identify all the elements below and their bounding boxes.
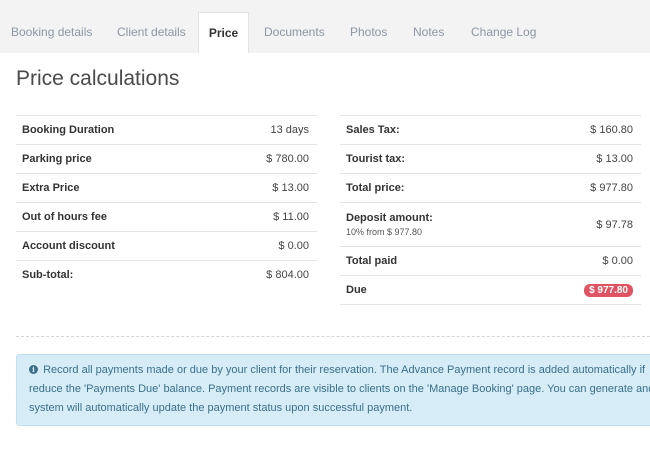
info-alert: i Record all payments made or due by you… <box>16 354 650 426</box>
row-value: $ 11.00 <box>214 202 317 232</box>
row-value: $ 804.00 <box>214 260 317 290</box>
table-row: Sales Tax: $ 160.80 <box>340 115 641 145</box>
row-value: $ 97.78 <box>526 202 641 247</box>
table-row: Total price: $ 977.80 <box>340 173 641 203</box>
row-label: Deposit amount: <box>346 212 433 224</box>
row-value: $ 0.00 <box>526 246 641 276</box>
row-value: $ 13.00 <box>214 173 317 203</box>
tab-client-details[interactable]: Client details <box>117 12 186 53</box>
deposit-cell: Deposit amount: 10% from $ 977.80 <box>340 202 527 247</box>
table-row: Total paid $ 0.00 <box>340 246 641 276</box>
row-label: Parking price <box>16 144 215 174</box>
info-line: i Record all payments made or due by you… <box>29 361 650 380</box>
table-row: Sub-total: $ 804.00 <box>16 260 317 290</box>
table-row: Tourist tax: $ 13.00 <box>340 144 641 174</box>
row-value: 13 days <box>214 115 317 145</box>
row-label: Booking Duration <box>16 115 215 145</box>
table-row: Deposit amount: 10% from $ 977.80 $ 97.7… <box>340 202 641 247</box>
row-label: Tourist tax: <box>340 144 527 174</box>
row-label: Extra Price <box>16 173 215 203</box>
table-row: Booking Duration 13 days <box>16 115 317 145</box>
row-label: Account discount <box>16 231 215 261</box>
tab-photos[interactable]: Photos <box>350 12 387 53</box>
tab-notes[interactable]: Notes <box>413 12 444 53</box>
tab-documents[interactable]: Documents <box>264 12 325 53</box>
row-label: Out of hours fee <box>16 202 215 232</box>
row-label: Sales Tax: <box>340 115 527 145</box>
table-row: Parking price $ 780.00 <box>16 144 317 174</box>
page-title: Price calculations <box>16 67 180 90</box>
row-value: $ 780.00 <box>214 144 317 174</box>
info-line: reduce the 'Payments Due' balance. Payme… <box>29 383 650 395</box>
deposit-note: 10% from $ 977.80 <box>346 227 423 237</box>
table-row: Extra Price $ 13.00 <box>16 173 317 203</box>
row-label: Total price: <box>340 173 527 203</box>
row-label: Total paid <box>340 246 527 276</box>
table-row: Out of hours fee $ 11.00 <box>16 202 317 232</box>
row-label: Sub-total: <box>16 260 215 290</box>
price-summary-table: Booking Duration 13 days Parking price $… <box>16 115 317 290</box>
tab-price[interactable]: Price <box>198 12 249 53</box>
tab-booking-details[interactable]: Booking details <box>11 12 92 53</box>
row-value: $ 160.80 <box>526 115 641 145</box>
table-row: Account discount $ 0.00 <box>16 231 317 261</box>
divider <box>16 336 650 337</box>
info-line: system will automatically update the pay… <box>29 402 413 414</box>
info-text: Record all payments made or due by your … <box>43 364 646 376</box>
due-cell: $ 977.80 <box>526 275 641 305</box>
row-value: $ 977.80 <box>526 173 641 203</box>
tab-bar: Booking details Client details Price Doc… <box>0 0 650 53</box>
totals-table: Sales Tax: $ 160.80 Tourist tax: $ 13.00… <box>340 115 641 305</box>
tab-change-log[interactable]: Change Log <box>471 12 536 53</box>
table-row: Due $ 977.80 <box>340 275 641 305</box>
row-value: $ 13.00 <box>526 144 641 174</box>
info-circle-icon: i <box>29 365 38 374</box>
due-badge: $ 977.80 <box>584 283 633 297</box>
row-value: $ 0.00 <box>214 231 317 261</box>
row-label: Due <box>340 275 527 305</box>
